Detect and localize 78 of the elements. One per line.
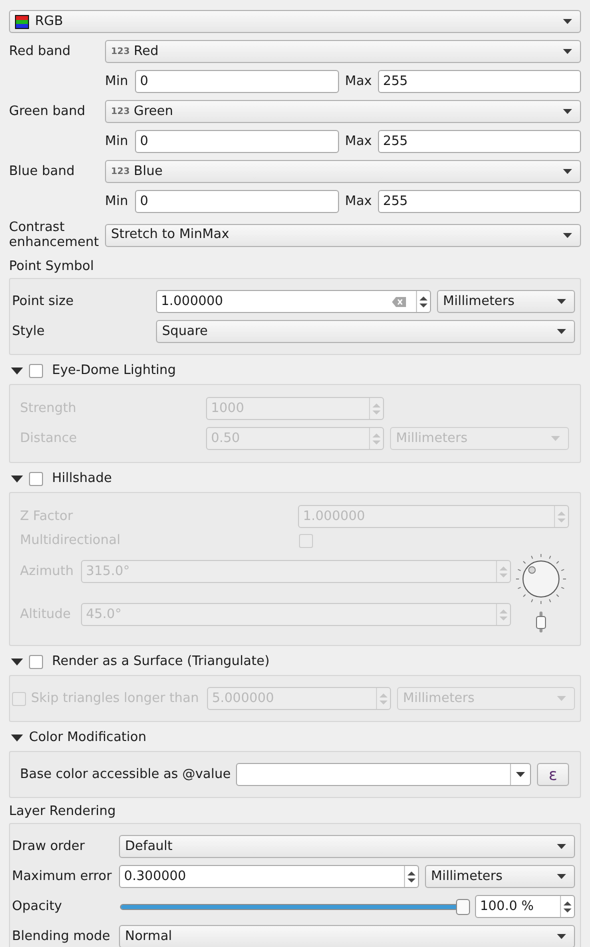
- caret-icon: [551, 436, 560, 441]
- dropdown[interactable]: Stretch to MinMax: [105, 224, 581, 246]
- caret-icon: [557, 934, 566, 939]
- spin-arrows-icon[interactable]: [419, 294, 428, 308]
- number-field[interactable]: 0.300000: [119, 865, 419, 888]
- text-field[interactable]: 255: [378, 70, 581, 93]
- collapse-arrow-icon[interactable]: [11, 367, 23, 375]
- caret-icon: [557, 844, 566, 849]
- expression-button[interactable]: ε: [537, 763, 569, 786]
- caret-icon: [557, 299, 566, 304]
- section-title: Hillshade: [52, 471, 112, 487]
- slider-handle-icon[interactable]: [536, 611, 546, 633]
- dropdown[interactable]: 123 Green: [105, 100, 581, 123]
- spin-arrows-icon[interactable]: [407, 870, 416, 884]
- type-label: 123: [111, 166, 130, 176]
- section-title: Layer Rendering: [9, 804, 116, 820]
- checkbox[interactable]: [29, 364, 43, 378]
- text-field[interactable]: 0: [135, 190, 339, 213]
- section-title: Color Modification: [29, 730, 146, 746]
- caret-icon: [516, 772, 525, 777]
- spin-arrows-icon[interactable]: [563, 900, 572, 914]
- slider-thumb[interactable]: [456, 898, 470, 914]
- caret-icon: [557, 874, 566, 879]
- field-label: Min: [105, 194, 130, 210]
- caret-icon: [557, 329, 566, 334]
- caret-icon: [563, 109, 572, 114]
- number-field[interactable]: 1.000000: [156, 290, 431, 313]
- dropdown[interactable]: Square: [156, 320, 575, 343]
- field-label: Max: [345, 74, 373, 90]
- color-bands-icon: [15, 14, 29, 28]
- type-label: 123: [111, 46, 130, 56]
- field-label: Opacity: [12, 898, 64, 914]
- text-field[interactable]: 255: [378, 190, 581, 213]
- caret-icon: [563, 19, 572, 24]
- dropdown[interactable]: Normal: [119, 925, 575, 947]
- field-label: Red band: [9, 44, 72, 60]
- field-label: Max: [345, 194, 373, 210]
- dropdown[interactable]: Millimeters: [425, 865, 575, 888]
- caret-icon: [563, 49, 572, 54]
- opacity-slider[interactable]: [120, 898, 470, 916]
- dropdown[interactable]: Millimeters: [437, 290, 575, 313]
- expression-field[interactable]: [236, 763, 531, 786]
- field-label: Maximum error: [12, 868, 113, 884]
- collapse-arrow-icon[interactable]: [11, 658, 23, 666]
- collapse-arrow-icon[interactable]: [11, 475, 23, 483]
- checkbox[interactable]: [29, 655, 43, 669]
- section-title: Point Symbol: [9, 259, 94, 275]
- field-label: Green band: [9, 104, 86, 120]
- number-field[interactable]: 100.0 %: [475, 895, 575, 918]
- caret-icon: [563, 232, 572, 238]
- field-label: Min: [105, 134, 130, 150]
- collapse-arrow-icon[interactable]: [11, 734, 23, 742]
- dropdown[interactable]: RGB: [9, 10, 581, 33]
- caret-icon: [557, 696, 566, 701]
- text-field[interactable]: 0: [135, 70, 339, 93]
- caret-icon: [563, 169, 572, 174]
- field-label: Blending mode: [12, 928, 112, 944]
- field-label: Contrast enhancement: [9, 220, 100, 250]
- checkbox[interactable]: [29, 472, 43, 486]
- text-field[interactable]: 255: [378, 130, 581, 153]
- field-label: Max: [345, 134, 373, 150]
- clear-icon[interactable]: [392, 296, 406, 306]
- text-field[interactable]: 0: [135, 130, 339, 153]
- field-label: Style: [12, 324, 46, 340]
- field-label: Draw order: [12, 838, 86, 854]
- section-title: Eye-Dome Lighting: [52, 363, 176, 379]
- type-label: 123: [111, 106, 130, 116]
- section-title: Render as a Surface (Triangulate): [52, 654, 270, 670]
- field-label: Min: [105, 74, 130, 90]
- checkbox[interactable]: [299, 534, 313, 548]
- dial-icon[interactable]: [515, 553, 567, 605]
- checkbox[interactable]: [12, 692, 26, 706]
- dropdown[interactable]: 123 Red: [105, 40, 581, 63]
- dropdown[interactable]: Default: [119, 835, 575, 858]
- field-label: Blue band: [9, 164, 76, 180]
- field-label: Base color accessible as @value: [20, 766, 232, 782]
- dropdown[interactable]: 123 Blue: [105, 160, 581, 183]
- field-label: Point size: [12, 294, 75, 310]
